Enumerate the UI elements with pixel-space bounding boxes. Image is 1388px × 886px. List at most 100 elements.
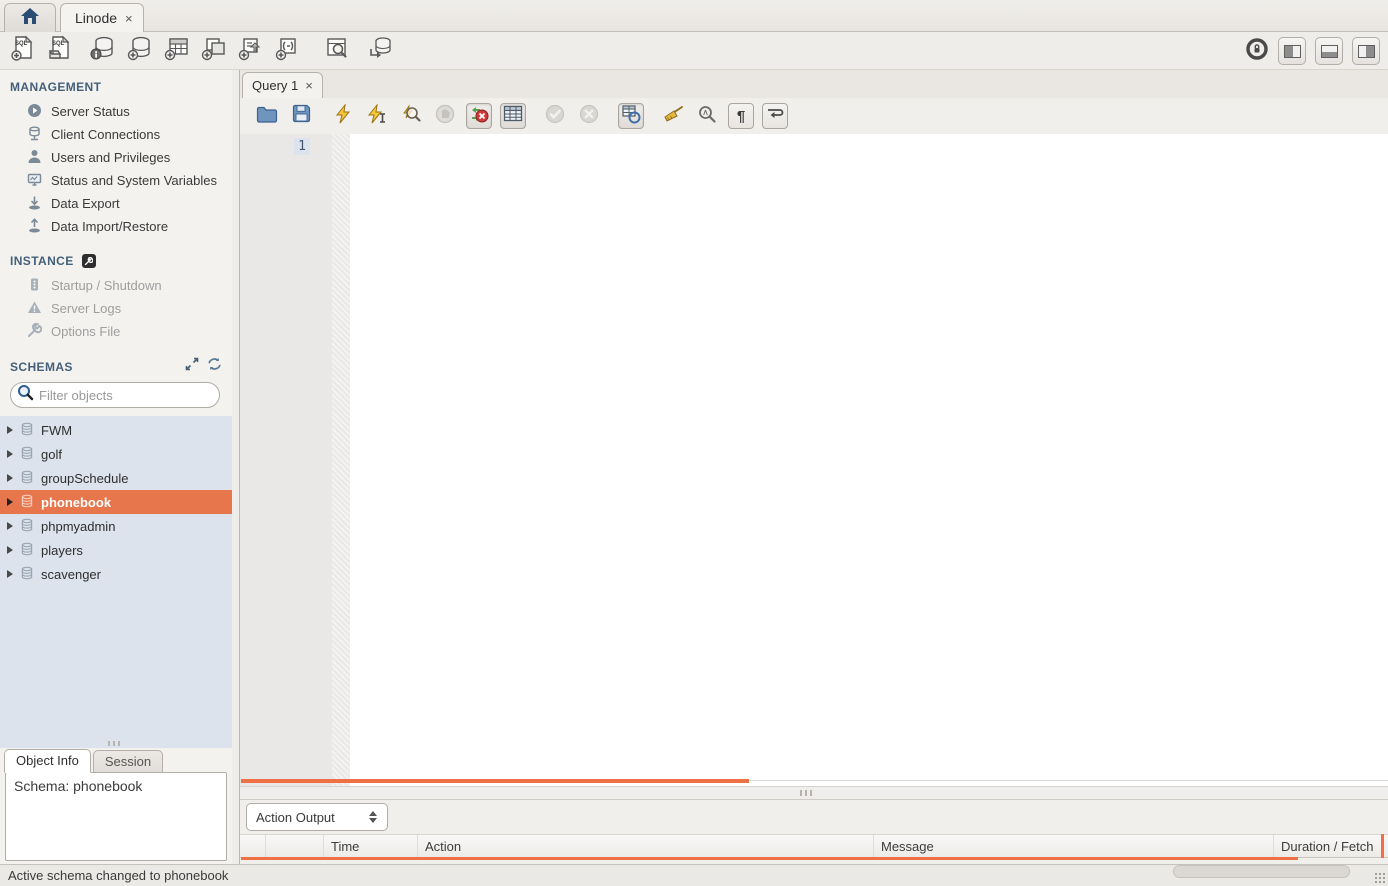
expander-icon[interactable] bbox=[7, 474, 13, 482]
open-sql-script-button[interactable]: SQL bbox=[45, 36, 75, 66]
output-vscroll-thumb[interactable] bbox=[1381, 834, 1384, 858]
create-procedure-button[interactable] bbox=[236, 36, 266, 66]
spinner-icons[interactable] bbox=[363, 811, 387, 823]
column-header-index[interactable] bbox=[266, 835, 324, 857]
output-type-select[interactable]: Action Output bbox=[246, 803, 388, 831]
sidebar-item-data-import[interactable]: Data Import/Restore bbox=[0, 215, 232, 238]
expander-icon[interactable] bbox=[7, 498, 13, 506]
sidebar-item-startup-shutdown[interactable]: Startup / Shutdown bbox=[0, 274, 232, 297]
schema-row-golf[interactable]: golf bbox=[0, 442, 232, 466]
schema-name: golf bbox=[41, 447, 62, 462]
resize-grip[interactable] bbox=[1374, 872, 1386, 884]
sidebar-item-label: Startup / Shutdown bbox=[51, 278, 162, 293]
sidebar-item-options-file[interactable]: Options File bbox=[0, 320, 232, 343]
expander-icon[interactable] bbox=[7, 426, 13, 434]
schemas-section-title: SCHEMAS bbox=[10, 360, 177, 374]
sidebar-item-users-privileges[interactable]: Users and Privileges bbox=[0, 146, 232, 169]
refresh-icon[interactable] bbox=[207, 357, 222, 376]
schema-name: players bbox=[41, 543, 83, 558]
editor-hscroll-thumb[interactable] bbox=[241, 779, 749, 783]
schema-row-fwm[interactable]: FWM bbox=[0, 418, 232, 442]
sql-editor[interactable]: 1 bbox=[240, 134, 1388, 786]
create-function-button[interactable] bbox=[273, 36, 303, 66]
schema-row-scavenger[interactable]: scavenger bbox=[0, 562, 232, 586]
sidebar-item-server-status[interactable]: Server Status bbox=[0, 100, 232, 123]
output-type-value: Action Output bbox=[247, 810, 363, 825]
output-hscroll-thumb[interactable] bbox=[241, 857, 1298, 860]
sidebar-item-label: Status and System Variables bbox=[51, 173, 217, 188]
close-icon[interactable]: × bbox=[125, 11, 133, 26]
bottom-panel-icon bbox=[1321, 45, 1338, 58]
create-schema-button[interactable] bbox=[125, 36, 155, 66]
panel-splitter-handle[interactable] bbox=[108, 741, 120, 746]
expander-icon[interactable] bbox=[7, 570, 13, 578]
startup-shutdown-icon bbox=[27, 277, 42, 295]
schema-row-phonebook[interactable]: phonebook bbox=[0, 490, 232, 514]
column-header-action[interactable]: Action bbox=[418, 835, 874, 857]
column-header-status[interactable] bbox=[240, 835, 266, 857]
users-privileges-icon bbox=[27, 149, 42, 167]
column-header-duration[interactable]: Duration / Fetch bbox=[1274, 835, 1388, 857]
sql-badge-label: SQL bbox=[15, 41, 27, 47]
server-logs-icon bbox=[27, 300, 42, 318]
limit-rows-button[interactable] bbox=[500, 103, 526, 129]
explain-button[interactable] bbox=[398, 103, 424, 129]
client-connections-icon bbox=[27, 126, 42, 144]
sidebar-item-data-export[interactable]: Data Export bbox=[0, 192, 232, 215]
expander-icon[interactable] bbox=[7, 546, 13, 554]
column-header-message[interactable]: Message bbox=[874, 835, 1274, 857]
schema-row-phpmyadmin[interactable]: phpmyadmin bbox=[0, 514, 232, 538]
invisible-characters-button[interactable]: ¶ bbox=[728, 103, 754, 129]
schema-row-groupschedule[interactable]: groupSchedule bbox=[0, 466, 232, 490]
sidebar-item-system-variables[interactable]: Status and System Variables bbox=[0, 169, 232, 192]
execute-button[interactable] bbox=[330, 103, 356, 129]
splitter-handle[interactable] bbox=[800, 790, 812, 796]
toggle-stop-on-error-button[interactable] bbox=[466, 103, 492, 129]
mysql-workbench-window: Linode × SQL SQL bbox=[0, 0, 1388, 886]
toggle-right-sidebar-button[interactable] bbox=[1352, 37, 1380, 65]
find-button[interactable] bbox=[694, 103, 720, 129]
new-sql-tab-button[interactable]: SQL bbox=[8, 36, 38, 66]
schema-icon bbox=[20, 422, 34, 439]
column-header-time[interactable]: Time bbox=[324, 835, 418, 857]
search-table-data-button[interactable] bbox=[322, 36, 352, 66]
sidebar-item-label: Server Status bbox=[51, 104, 130, 119]
toggle-autocommit-button[interactable] bbox=[618, 103, 644, 129]
beautify-button[interactable] bbox=[660, 103, 686, 129]
bottom-scrollbar-thumb[interactable] bbox=[1173, 865, 1350, 878]
editor-text-area[interactable] bbox=[350, 134, 1388, 786]
close-icon[interactable]: × bbox=[305, 78, 313, 93]
execute-current-button[interactable] bbox=[364, 103, 390, 129]
open-script-button[interactable] bbox=[254, 103, 280, 129]
expander-icon[interactable] bbox=[7, 522, 13, 530]
save-script-button[interactable] bbox=[288, 103, 314, 129]
toggle-bottom-panel-button[interactable] bbox=[1315, 37, 1343, 65]
schema-filter[interactable] bbox=[10, 382, 220, 408]
connection-tab[interactable]: Linode × bbox=[60, 3, 144, 32]
object-info-content: Schema: phonebook bbox=[5, 772, 227, 861]
schema-name: phpmyadmin bbox=[41, 519, 115, 534]
create-table-button[interactable] bbox=[162, 36, 192, 66]
sidebar-item-server-logs[interactable]: Server Logs bbox=[0, 297, 232, 320]
home-tab[interactable] bbox=[4, 3, 56, 32]
toggle-left-sidebar-button[interactable] bbox=[1278, 37, 1306, 65]
expander-icon[interactable] bbox=[7, 450, 13, 458]
view-plus-icon bbox=[201, 35, 227, 66]
schema-icon bbox=[20, 566, 34, 583]
stop-button bbox=[432, 103, 458, 129]
filter-objects-input[interactable] bbox=[39, 388, 215, 403]
sidebar-item-client-connections[interactable]: Client Connections bbox=[0, 123, 232, 146]
server-status-icon bbox=[27, 103, 42, 121]
schema-row-players[interactable]: players bbox=[0, 538, 232, 562]
schema-inspector-button[interactable] bbox=[88, 36, 118, 66]
word-wrap-button[interactable] bbox=[762, 103, 788, 129]
query-tab[interactable]: Query 1 × bbox=[242, 72, 323, 98]
reconnect-dbms-button[interactable] bbox=[365, 36, 395, 66]
create-view-button[interactable] bbox=[199, 36, 229, 66]
output-splitter[interactable] bbox=[240, 786, 1388, 800]
chevron-up-icon bbox=[369, 811, 377, 816]
pilcrow-icon: ¶ bbox=[737, 108, 745, 125]
expand-panel-icon[interactable] bbox=[185, 357, 199, 376]
tab-session[interactable]: Session bbox=[93, 750, 163, 774]
tab-object-info[interactable]: Object Info bbox=[4, 749, 91, 773]
